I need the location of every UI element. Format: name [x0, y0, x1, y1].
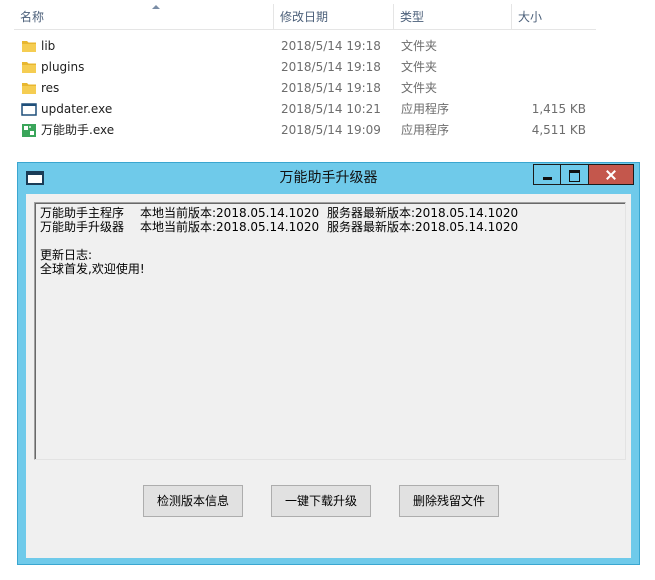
folder-icon — [21, 39, 37, 54]
file-date: 2018/5/14 10:21 — [281, 102, 381, 116]
column-header-date-label: 修改日期 — [280, 10, 329, 24]
file-row-plugins[interactable]: plugins 2018/5/14 19:18 文件夹 — [14, 57, 596, 78]
folder-icon — [21, 60, 37, 75]
file-name: 万能助手.exe — [41, 123, 115, 137]
server-version: 服务器最新版本:2018.05.14.1020 — [327, 206, 519, 220]
maximize-button[interactable] — [561, 164, 589, 185]
changelog-title: 更新日志: — [40, 248, 93, 262]
sort-ascending-icon — [152, 5, 160, 9]
window-titlebar[interactable]: 万能助手升级器 — [18, 163, 639, 194]
file-row-res[interactable]: res 2018/5/14 19:18 文件夹 — [14, 78, 596, 99]
file-name: res — [41, 81, 60, 95]
minimize-button[interactable] — [533, 164, 561, 185]
column-header-name-label: 名称 — [20, 10, 45, 24]
green-app-icon — [21, 123, 37, 138]
file-date: 2018/5/14 19:18 — [281, 39, 381, 53]
column-header-size[interactable]: 大小 — [512, 4, 596, 30]
folder-icon — [21, 81, 37, 96]
close-button[interactable] — [589, 164, 634, 185]
file-name: lib — [41, 39, 56, 53]
server-version: 服务器最新版本:2018.05.14.1020 — [327, 220, 519, 234]
file-type: 应用程序 — [401, 102, 450, 116]
check-version-button[interactable]: 检测版本信息 — [143, 485, 243, 517]
file-row-lib[interactable]: lib 2018/5/14 19:18 文件夹 — [14, 36, 596, 57]
local-version: 本地当前版本:2018.05.14.1020 — [140, 206, 320, 220]
local-version: 本地当前版本:2018.05.14.1020 — [140, 220, 320, 234]
file-name: updater.exe — [41, 102, 113, 116]
program-name: 万能助手升级器 — [40, 220, 125, 234]
version-row-main: 万能助手主程序 本地当前版本:2018.05.14.1020 服务器最新版本:201… — [40, 206, 620, 220]
column-header-date[interactable]: 修改日期 — [274, 4, 394, 30]
file-row-wanneng-exe[interactable]: 万能助手.exe 2018/5/14 19:09 应用程序 4,511 KB — [14, 120, 596, 141]
column-header-type-label: 类型 — [400, 10, 425, 24]
file-row-updater-exe[interactable]: updater.exe 2018/5/14 10:21 应用程序 1,415 K… — [14, 99, 596, 120]
window-app-icon — [21, 102, 37, 117]
column-headers: 名称 修改日期 类型 大小 — [14, 4, 596, 30]
file-size: 4,511 KB — [531, 123, 586, 137]
download-upgrade-button[interactable]: 一键下载升级 — [271, 485, 371, 517]
changelog-text: 全球首发,欢迎使用! — [40, 262, 145, 276]
version-row-updater: 万能助手升级器 本地当前版本:2018.05.14.1020 服务器最新版本:201… — [40, 220, 620, 234]
file-date: 2018/5/14 19:18 — [281, 81, 381, 95]
file-type: 应用程序 — [401, 123, 450, 137]
file-date: 2018/5/14 19:09 — [281, 123, 381, 137]
column-header-name[interactable]: 名称 — [14, 4, 274, 30]
version-log-textbox[interactable]: 万能助手主程序 本地当前版本:2018.05.14.1020 服务器最新版本:201… — [34, 202, 626, 460]
file-explorer-list: 名称 修改日期 类型 大小 lib 2018/5/14 19:18 文件夹 pl… — [0, 0, 655, 160]
column-header-type[interactable]: 类型 — [394, 4, 512, 30]
file-name: plugins — [41, 60, 85, 74]
program-name: 万能助手主程序 — [40, 206, 125, 220]
file-type: 文件夹 — [401, 81, 438, 95]
window-client-area: 万能助手主程序 本地当前版本:2018.05.14.1020 服务器最新版本:201… — [26, 194, 631, 558]
log-spacer — [40, 234, 620, 248]
file-size: 1,415 KB — [531, 102, 586, 116]
delete-residual-files-button[interactable]: 删除残留文件 — [399, 485, 499, 517]
column-header-size-label: 大小 — [518, 10, 543, 24]
file-type: 文件夹 — [401, 39, 438, 53]
file-type: 文件夹 — [401, 60, 438, 74]
updater-window: 万能助手升级器 万能助手主程序 本地当前版本:2018.05.14.1020 服务器… — [17, 162, 640, 565]
file-date: 2018/5/14 19:18 — [281, 60, 381, 74]
